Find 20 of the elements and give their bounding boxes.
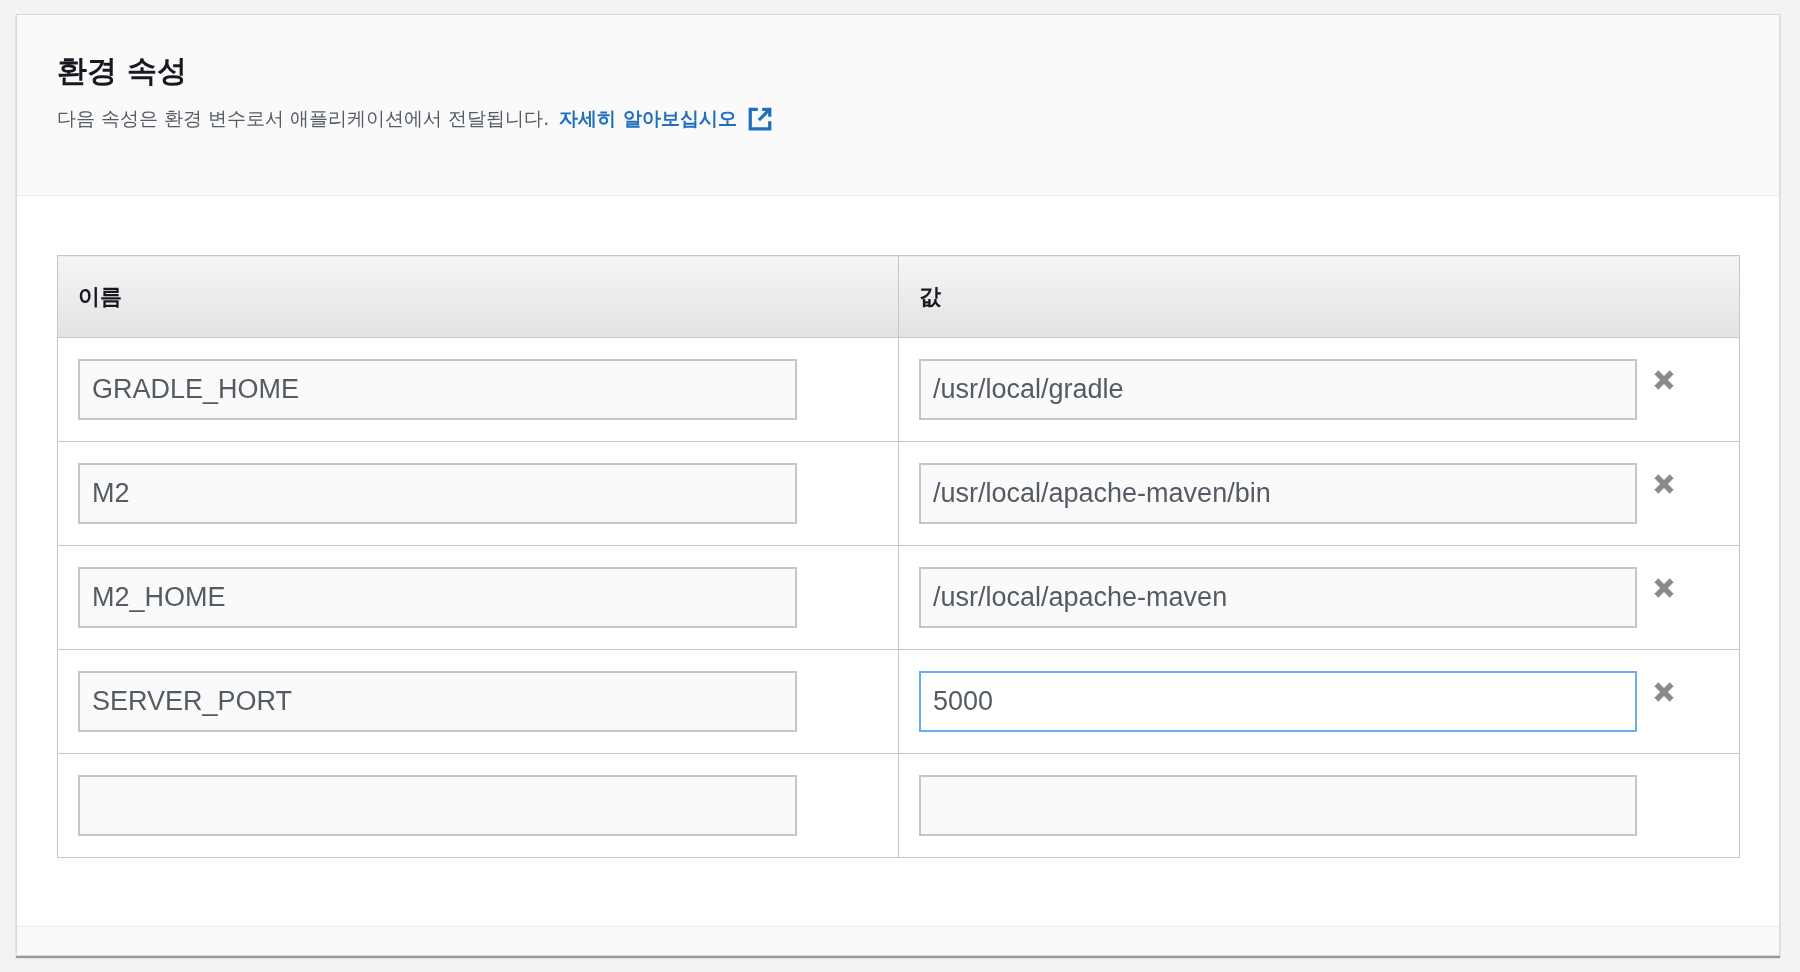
name-input-field[interactable]: [78, 775, 797, 836]
column-header: 값: [898, 255, 1740, 338]
value-input-field[interactable]: [919, 775, 1637, 836]
remove-icon[interactable]: [1653, 577, 1675, 599]
section-description: 다음 속성은 환경 변수로서 애플리케이션에서 전달됩니다.: [57, 106, 550, 131]
name-input-field[interactable]: M2: [78, 463, 797, 524]
name-input-field[interactable]: GRADLE_HOME: [78, 359, 797, 420]
value-input-field[interactable]: /usr/local/apache-maven/bin: [919, 463, 1637, 524]
value-input-field[interactable]: /usr/local/gradle: [919, 359, 1637, 420]
remove-icon[interactable]: [1653, 681, 1675, 703]
learn-more-link[interactable]: 자세히 알아보십시오: [559, 106, 737, 132]
value-input-field[interactable]: 5000: [919, 671, 1637, 732]
name-input-field[interactable]: SERVER_PORT: [78, 671, 797, 732]
remove-icon[interactable]: [1653, 369, 1675, 391]
section-title: 환경 속성: [57, 52, 189, 90]
remove-icon[interactable]: [1653, 473, 1675, 495]
name-input-field[interactable]: M2_HOME: [78, 567, 797, 628]
value-input-field[interactable]: /usr/local/apache-maven: [919, 567, 1637, 628]
external-link-icon: [746, 106, 773, 132]
column-header: 이름: [57, 255, 899, 338]
